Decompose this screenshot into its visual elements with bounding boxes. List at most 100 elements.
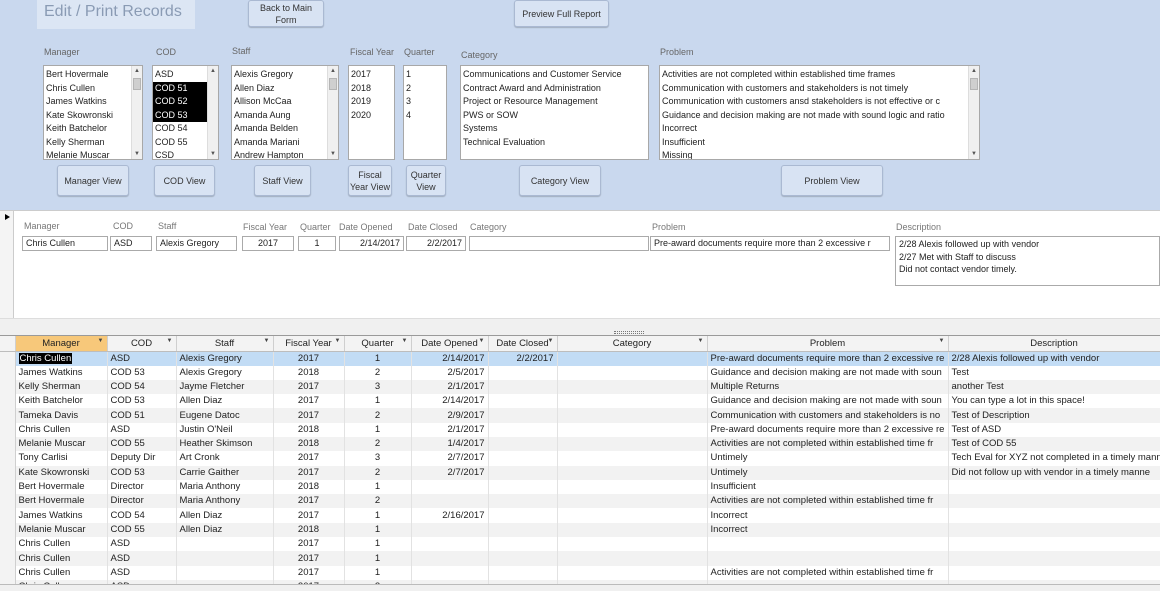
cell-problem[interactable] <box>707 551 949 566</box>
cell-cod[interactable]: COD 53 <box>107 365 177 380</box>
scroll-thumb[interactable] <box>329 78 337 90</box>
row-selector-header[interactable] <box>0 336 16 352</box>
row-selector[interactable] <box>0 522 16 538</box>
table-row[interactable]: Bert Hovermale Director Maria Anthony 2017 2… <box>0 494 1160 509</box>
manager-view-button[interactable]: Manager View <box>57 165 129 196</box>
quarter-view-button[interactable]: Quarter View <box>406 165 446 196</box>
problem-field[interactable]: Pre-award documents require more than 2 … <box>650 236 890 251</box>
list-item[interactable]: COD 55 <box>153 136 208 150</box>
column-header-problem[interactable]: Problem ▼ <box>707 336 949 352</box>
cell-fiscal-year[interactable]: 2017 <box>273 451 345 466</box>
cell-staff[interactable]: Justin O'Neil <box>176 422 274 437</box>
cell-date-opened[interactable]: 2/14/2017 <box>411 394 489 409</box>
fiscal-year-view-button[interactable]: Fiscal Year View <box>348 165 392 196</box>
category-field[interactable] <box>469 236 649 251</box>
list-item[interactable]: Amanda Belden <box>232 122 338 136</box>
cell-fiscal-year[interactable]: 2018 <box>273 365 345 380</box>
cell-problem[interactable]: Pre-award documents require more than 2 … <box>707 422 949 437</box>
cell-fiscal-year[interactable]: 2017 <box>273 408 345 423</box>
cell-date-opened[interactable] <box>411 565 489 580</box>
scroll-up-icon[interactable]: ▲ <box>208 66 218 76</box>
cell-staff[interactable] <box>176 537 274 552</box>
list-item[interactable]: PWS or SOW <box>461 109 648 123</box>
cell-cod[interactable]: Deputy Dir <box>107 451 177 466</box>
cell-category[interactable] <box>557 551 708 566</box>
cell-problem[interactable]: Incorrect <box>707 522 949 538</box>
cell-description[interactable] <box>948 565 1160 580</box>
scroll-thumb[interactable] <box>970 78 978 90</box>
cell-fiscal-year[interactable]: 2017 <box>273 565 345 580</box>
list-item[interactable]: Kelly Sherman <box>44 136 142 150</box>
cell-problem[interactable]: Activities are not completed within esta… <box>707 436 949 452</box>
cell-date-closed[interactable] <box>488 522 558 538</box>
cell-staff[interactable]: Allen Diaz <box>176 394 274 409</box>
row-selector[interactable] <box>0 365 16 380</box>
scrollbar[interactable]: ▲ ▼ <box>968 66 979 159</box>
cell-date-closed[interactable]: 2/2/2017 <box>488 351 558 366</box>
list-item[interactable]: Allison McCaa <box>232 95 338 109</box>
dropdown-arrow-icon[interactable]: ▼ <box>264 338 270 344</box>
cell-quarter[interactable]: 1 <box>344 351 412 366</box>
scrollbar[interactable]: ▲ ▼ <box>327 66 338 159</box>
list-item[interactable]: 2017 <box>349 68 394 82</box>
cell-fiscal-year[interactable]: 2018 <box>273 522 345 538</box>
cell-manager[interactable]: Chris Cullen <box>15 565 108 580</box>
cell-date-closed[interactable] <box>488 436 558 452</box>
table-row[interactable]: Tony Carlisi Deputy Dir Art Cronk 2017 3 2/7/… <box>0 451 1160 466</box>
list-item[interactable]: Alexis Gregory <box>232 68 338 82</box>
cell-problem[interactable]: Multiple Returns <box>707 379 949 395</box>
cell-date-closed[interactable] <box>488 565 558 580</box>
cell-quarter[interactable]: 3 <box>344 451 412 466</box>
cell-problem[interactable] <box>707 537 949 552</box>
preview-full-report-button[interactable]: Preview Full Report <box>514 0 609 27</box>
list-item[interactable]: Project or Resource Management <box>461 95 648 109</box>
cell-quarter[interactable]: 2 <box>344 436 412 452</box>
column-header-cod[interactable]: COD ▼ <box>107 336 177 352</box>
cell-date-opened[interactable] <box>411 494 489 509</box>
scrollbar[interactable]: ▲ ▼ <box>207 66 218 159</box>
cell-staff[interactable]: Carrie Gaither <box>176 465 274 480</box>
cell-cod[interactable]: Director <box>107 479 177 495</box>
table-row[interactable]: Tameka Davis COD 51 Eugene Datoc 2017 2 2/9/2… <box>0 408 1160 423</box>
cell-cod[interactable]: ASD <box>107 565 177 580</box>
cell-date-opened[interactable] <box>411 537 489 552</box>
record-selector[interactable] <box>0 211 14 319</box>
description-field[interactable]: 2/28 Alexis followed up with vendor 2/27… <box>895 236 1160 286</box>
cell-problem[interactable]: Guidance and decision making are not mad… <box>707 365 949 380</box>
manager-field[interactable]: Chris Cullen <box>22 236 108 251</box>
list-item[interactable]: Andrew Hampton <box>232 149 338 159</box>
dropdown-arrow-icon[interactable]: ▼ <box>167 338 173 344</box>
cell-quarter[interactable]: 1 <box>344 522 412 538</box>
cell-category[interactable] <box>557 565 708 580</box>
splitter-bar[interactable] <box>0 318 1160 335</box>
cell-date-closed[interactable] <box>488 494 558 509</box>
cell-description[interactable] <box>948 479 1160 495</box>
list-item[interactable]: 2020 <box>349 109 394 123</box>
cell-fiscal-year[interactable]: 2017 <box>273 537 345 552</box>
dropdown-arrow-icon[interactable]: ▼ <box>548 338 554 344</box>
cell-category[interactable] <box>557 365 708 380</box>
list-item[interactable]: Communications and Customer Service <box>461 68 648 82</box>
cell-date-opened[interactable]: 2/5/2017 <box>411 365 489 380</box>
cell-category[interactable] <box>557 451 708 466</box>
cell-staff[interactable]: Allen Diaz <box>176 522 274 538</box>
list-item[interactable]: Amanda Aung <box>232 109 338 123</box>
list-item[interactable]: Systems <box>461 122 648 136</box>
column-header-category[interactable]: Category ▼ <box>557 336 708 352</box>
cell-date-opened[interactable]: 1/4/2017 <box>411 436 489 452</box>
cell-quarter[interactable]: 1 <box>344 508 412 523</box>
cell-fiscal-year[interactable]: 2017 <box>273 508 345 523</box>
row-selector[interactable] <box>0 379 16 395</box>
staff-listbox[interactable]: Alexis Gregory Allen Diaz Allison McCaa … <box>231 65 339 160</box>
problem-view-button[interactable]: Problem View <box>781 165 883 196</box>
cell-category[interactable] <box>557 522 708 538</box>
cell-cod[interactable]: COD 51 <box>107 408 177 423</box>
cell-staff[interactable]: Jayme Fletcher <box>176 379 274 395</box>
cell-description[interactable]: You can type a lot in this space! <box>948 394 1160 409</box>
cell-description[interactable]: 2/28 Alexis followed up with vendor <box>948 351 1160 366</box>
cell-description[interactable] <box>948 508 1160 523</box>
list-item[interactable]: 3 <box>404 95 446 109</box>
cell-quarter[interactable]: 2 <box>344 365 412 380</box>
category-listbox[interactable]: Communications and Customer Service Cont… <box>460 65 649 160</box>
date-opened-field[interactable]: 2/14/2017 <box>339 236 404 251</box>
